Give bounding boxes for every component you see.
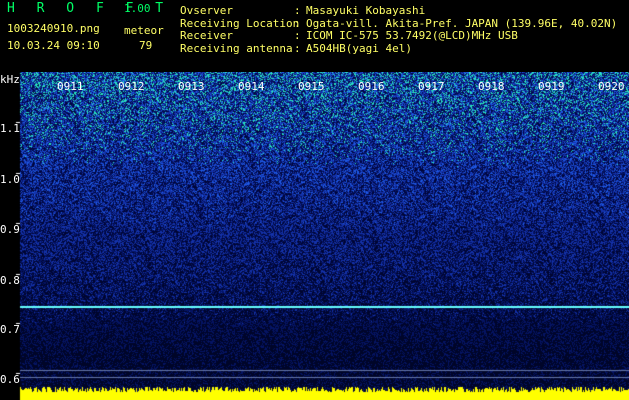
y-tick-label: 1.0 (0, 173, 20, 186)
info-key: Receiving Location (180, 16, 300, 30)
info-value: A504HB(yagi 4el) (306, 41, 412, 55)
info-key: Ovserver (180, 4, 233, 17)
time-tick-label: 0914 (238, 80, 265, 93)
y-tick-label: 1.1 (0, 122, 20, 135)
y-tick-label: 0.6 (0, 373, 20, 386)
time-tick-label: 0913 (178, 80, 205, 93)
time-tick-label: 0919 (538, 80, 565, 93)
info-value: ICOM IC-575 53.7492(@LCD)MHz USB (306, 29, 518, 42)
version-label: 1.00 (124, 2, 151, 15)
time-tick-label: 0916 (358, 80, 385, 93)
meteor-label: meteor (124, 24, 164, 37)
y-tick-label: 0.8 (0, 274, 20, 287)
info-row-antenna: Receiving antenna: A504HB(yagi 4el) (180, 41, 412, 55)
time-tick-label: 0920 (598, 80, 625, 93)
info-value: Masayuki Kobayashi (306, 4, 426, 17)
time-tick-label: 0918 (478, 80, 505, 93)
info-row-location: Receiving Location: Ogata-vill. Akita-Pre… (180, 16, 618, 30)
time-tick-label: 0912 (118, 80, 145, 93)
date-label: 10.03.24 09:10 (7, 39, 100, 52)
info-row-receiver: Receiver: ICOM IC-575 53.7492(@LCD)MHz US… (180, 29, 518, 42)
y-tick-label: 0.9 (0, 223, 20, 236)
info-value: Ogata-vill. Akita-Pref. JAPAN (139.96E, … (306, 16, 618, 30)
time-tick-label: 0911 (57, 80, 84, 93)
y-axis-unit: kHz (0, 73, 20, 86)
time-tick-label: 0915 (298, 80, 325, 93)
station-info: Ovserver: Masayuki Kobayashi Receiving Lo… (180, 4, 618, 55)
meteor-count: 79 (139, 39, 153, 52)
spectrogram-canvas (0, 72, 629, 400)
info-row-observer: Ovserver: Masayuki Kobayashi (180, 4, 426, 17)
filename-label: 1003240910.png (7, 22, 100, 35)
info-key: Receiving antenna (180, 41, 293, 55)
time-tick-label: 0917 (418, 80, 445, 93)
y-tick-label: 0.7 (0, 323, 20, 336)
info-key: Receiver (180, 29, 233, 42)
